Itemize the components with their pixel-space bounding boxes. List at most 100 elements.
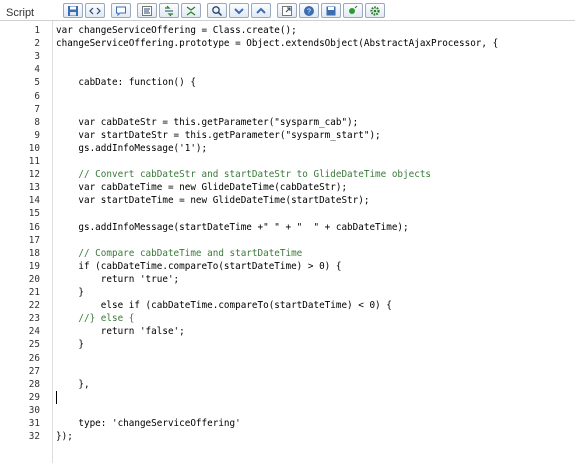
code-line[interactable]: 7 bbox=[0, 103, 575, 116]
code-line[interactable]: 9 var startDateStr = this.getParameter("… bbox=[0, 129, 575, 142]
code-text: }); bbox=[56, 431, 73, 443]
comment-icon[interactable] bbox=[111, 3, 131, 18]
code-line[interactable]: 3 bbox=[0, 50, 575, 63]
code-line[interactable]: 1 var changeServiceOffering = Class.creat… bbox=[0, 24, 575, 37]
line-number: 20 bbox=[28, 273, 40, 285]
code-line[interactable]: 16 gs.addInfoMessage(startDateTime +" " … bbox=[0, 221, 575, 234]
code-line[interactable]: 22 else if (cabDateTime.compareTo(startD… bbox=[0, 299, 575, 312]
code-text: changeServiceOffering.prototype = Object… bbox=[56, 38, 499, 50]
code-text: } bbox=[56, 339, 84, 351]
code-text: gs.addInfoMessage('1'); bbox=[56, 142, 208, 154]
code-icon[interactable] bbox=[85, 3, 105, 18]
line-number: 18 bbox=[28, 247, 40, 259]
code-line[interactable]: 23 //} else { bbox=[0, 312, 575, 325]
code-line[interactable]: 8 var cabDateStr = this.getParameter("sy… bbox=[0, 116, 575, 129]
code-text: var startDateStr = this.getParameter("sy… bbox=[56, 129, 381, 141]
format-icon[interactable] bbox=[137, 3, 157, 18]
line-number: 1 bbox=[34, 25, 40, 36]
code-line[interactable]: 4 bbox=[0, 63, 575, 76]
code-text: var startDateTime = new GlideDateTime(st… bbox=[56, 195, 370, 207]
line-number: 27 bbox=[28, 365, 40, 377]
up-icon[interactable] bbox=[251, 3, 271, 18]
replace-icon[interactable] bbox=[159, 3, 179, 18]
code-text: if (cabDateTime.compareTo(startDateTime)… bbox=[56, 260, 342, 272]
script-field-label: Script bbox=[6, 7, 35, 19]
code-text: type: 'changeServiceOffering' bbox=[56, 418, 241, 429]
line-number: 21 bbox=[28, 287, 40, 298]
code-line[interactable]: 21 } bbox=[0, 286, 575, 299]
save-file-icon[interactable] bbox=[321, 3, 341, 18]
toggle-icon[interactable] bbox=[181, 3, 201, 18]
code-text: return 'false'; bbox=[56, 326, 185, 338]
code-line[interactable]: 11 bbox=[0, 155, 575, 168]
line-number: 15 bbox=[28, 208, 40, 220]
save-icon[interactable] bbox=[63, 3, 83, 18]
code-line[interactable]: 30 bbox=[0, 404, 575, 417]
code-line[interactable]: 6 bbox=[0, 90, 575, 103]
code-text: var changeServiceOffering = Class.create… bbox=[56, 25, 297, 36]
line-number: 11 bbox=[28, 156, 40, 167]
code-line[interactable]: 18 // Compare cabDateTime and startDateT… bbox=[0, 247, 575, 260]
code-text: var cabDateStr = this.getParameter("sysp… bbox=[56, 116, 359, 128]
line-number: 32 bbox=[28, 431, 40, 443]
code-line[interactable]: 25 } bbox=[0, 338, 575, 351]
line-number: 29 bbox=[28, 391, 40, 403]
line-number: 16 bbox=[28, 221, 40, 233]
code-line[interactable]: 31 type: 'changeServiceOffering' bbox=[0, 417, 575, 430]
search-icon[interactable] bbox=[207, 3, 227, 18]
code-line[interactable]: 10 gs.addInfoMessage('1'); bbox=[0, 142, 575, 155]
line-number: 23 bbox=[28, 313, 40, 325]
line-number: 4 bbox=[34, 64, 40, 76]
help-icon[interactable]: ? bbox=[299, 3, 319, 18]
down-icon[interactable] bbox=[229, 3, 249, 18]
code-line[interactable]: 14 var startDateTime = new GlideDateTime… bbox=[0, 194, 575, 207]
code-text: } bbox=[56, 287, 84, 298]
code-line[interactable]: 12 // Convert cabDateStr and startDateSt… bbox=[0, 168, 575, 181]
line-number: 30 bbox=[28, 404, 40, 416]
code-editor[interactable]: 1 var changeServiceOffering = Class.creat… bbox=[0, 20, 575, 463]
line-number: 8 bbox=[34, 116, 40, 128]
line-number: 19 bbox=[28, 260, 40, 272]
code-text: return 'true'; bbox=[56, 273, 180, 285]
line-number: 31 bbox=[28, 418, 40, 429]
line-number: 24 bbox=[28, 326, 40, 338]
line-number: 5 bbox=[34, 77, 40, 89]
code-text: //} else { bbox=[56, 313, 135, 325]
code-line[interactable]: 2 changeServiceOffering.prototype = Objec… bbox=[0, 37, 575, 50]
line-number: 9 bbox=[34, 129, 40, 141]
code-text: var cabDateTime = new GlideDateTime(cabD… bbox=[56, 182, 348, 194]
line-number: 12 bbox=[28, 169, 40, 181]
code-line[interactable]: 5 cabDate: function() { bbox=[0, 76, 575, 89]
code-line[interactable]: 32}); bbox=[0, 430, 575, 443]
line-number: 25 bbox=[28, 339, 40, 351]
code-line[interactable]: 24 return 'false'; bbox=[0, 325, 575, 338]
line-number: 28 bbox=[28, 378, 40, 390]
code-line[interactable]: 15 bbox=[0, 207, 575, 220]
line-number: 10 bbox=[28, 142, 40, 154]
code-line[interactable]: 29 bbox=[0, 390, 575, 404]
code-line[interactable]: 17 bbox=[0, 234, 575, 247]
line-number: 14 bbox=[28, 195, 40, 207]
line-number: 22 bbox=[28, 300, 40, 312]
code-text: gs.addInfoMessage(startDateTime +" " + "… bbox=[56, 221, 409, 233]
line-number: 13 bbox=[28, 182, 40, 194]
code-line[interactable]: 20 return 'true'; bbox=[0, 273, 575, 286]
code-text: // Compare cabDateTime and startDateTime bbox=[56, 247, 303, 259]
debug-icon[interactable] bbox=[343, 3, 363, 18]
code-text: }, bbox=[56, 378, 90, 390]
code-line[interactable]: 27 bbox=[0, 365, 575, 378]
code-line[interactable]: 13 var cabDateTime = new GlideDateTime(c… bbox=[0, 181, 575, 194]
fullscreen-icon[interactable] bbox=[277, 3, 297, 18]
line-number: 26 bbox=[28, 352, 40, 364]
code-text: cabDate: function() { bbox=[56, 77, 196, 89]
code-line[interactable]: 28 }, bbox=[0, 378, 575, 391]
line-number: 7 bbox=[34, 103, 40, 115]
line-number: 6 bbox=[34, 90, 40, 102]
settings-icon[interactable] bbox=[365, 3, 385, 18]
editor-toolbar: ? bbox=[63, 2, 387, 19]
text-cursor bbox=[56, 390, 57, 404]
line-number: 17 bbox=[28, 234, 40, 246]
code-line[interactable]: 26 bbox=[0, 352, 575, 365]
code-line[interactable]: 19 if (cabDateTime.compareTo(startDateTi… bbox=[0, 260, 575, 273]
line-number: 3 bbox=[34, 51, 40, 63]
